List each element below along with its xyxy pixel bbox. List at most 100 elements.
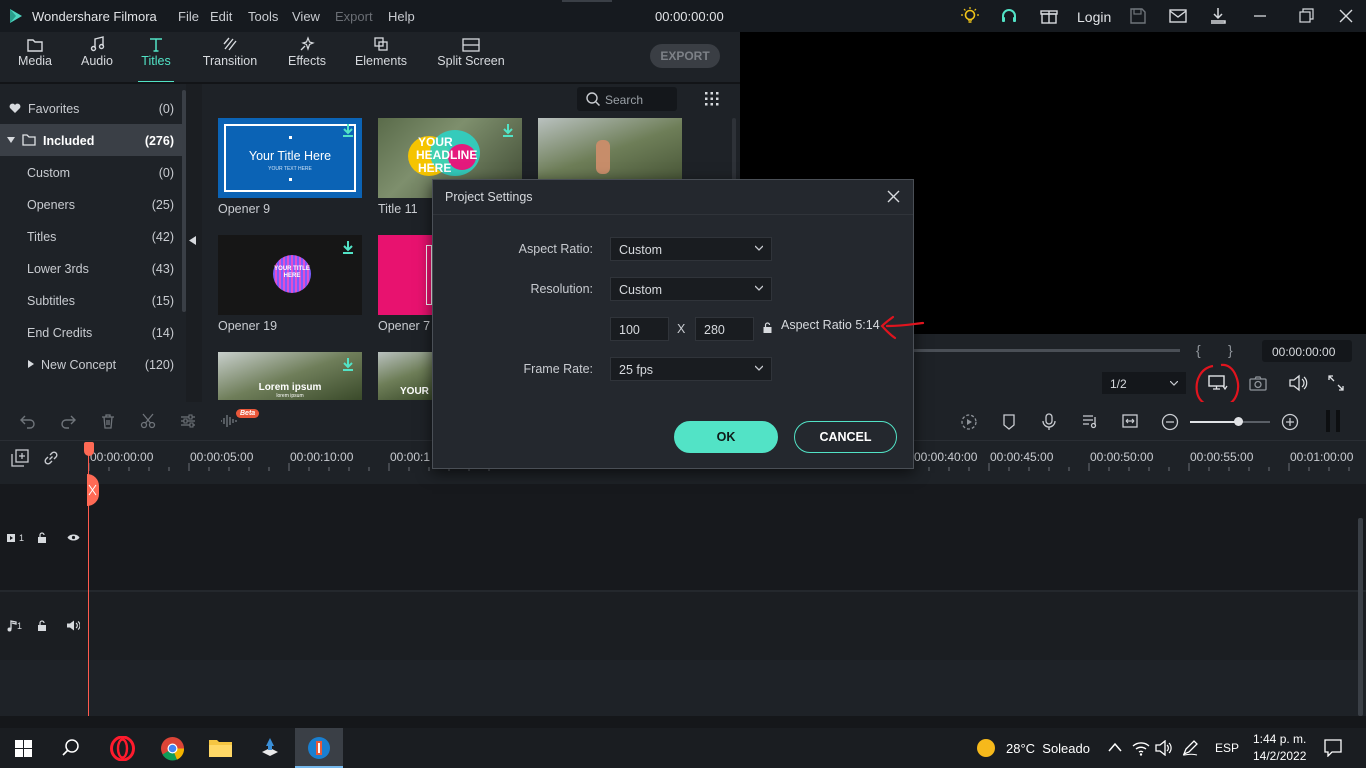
sidebar-item-new-concept[interactable]: New Concept (120)	[0, 348, 182, 380]
clock-time[interactable]: 1:44 p. m.	[1253, 732, 1306, 746]
menu-help[interactable]: Help	[388, 9, 415, 24]
pause-icon[interactable]	[1326, 410, 1340, 432]
speaker-icon[interactable]	[67, 620, 80, 631]
thumbnail-lorem-ipsum[interactable]: Lorem ipsum lorem ipsum	[218, 352, 362, 400]
add-track-icon[interactable]	[11, 449, 29, 467]
zoom-slider-thumb[interactable]	[1234, 417, 1243, 426]
tab-transition[interactable]: Transition	[199, 32, 261, 82]
language-indicator[interactable]: ESP	[1215, 741, 1239, 755]
pen-icon[interactable]	[1182, 740, 1200, 756]
zoom-in-icon[interactable]	[1281, 413, 1299, 431]
close-icon[interactable]	[1336, 6, 1356, 26]
save-icon[interactable]	[1128, 6, 1148, 26]
cancel-button[interactable]: CANCEL	[794, 421, 897, 453]
download-icon[interactable]	[342, 124, 354, 138]
render-preview-icon[interactable]	[960, 413, 978, 431]
close-icon[interactable]	[887, 190, 900, 203]
fit-timeline-icon[interactable]	[1122, 414, 1138, 428]
eye-icon[interactable]	[67, 533, 80, 542]
redo-icon[interactable]	[60, 413, 76, 429]
sidebar-item-end-credits[interactable]: End Credits (14)	[0, 316, 182, 348]
search-icon[interactable]	[62, 739, 80, 757]
width-input[interactable]: 100	[610, 317, 669, 341]
marker-icon[interactable]	[1002, 413, 1016, 431]
tab-elements[interactable]: Elements	[352, 32, 410, 82]
clock-date[interactable]: 14/2/2022	[1253, 749, 1306, 763]
menu-export[interactable]: Export	[335, 9, 373, 24]
menu-view[interactable]: View	[292, 9, 320, 24]
download-icon[interactable]	[342, 358, 354, 372]
opera-gx-icon[interactable]	[110, 736, 135, 761]
tab-split-screen[interactable]: Split Screen	[436, 32, 506, 82]
tab-audio[interactable]: Audio	[76, 32, 118, 82]
lock-icon[interactable]	[763, 322, 772, 334]
audio-track[interactable]: 1	[0, 592, 1366, 660]
delete-icon[interactable]	[100, 413, 116, 429]
timeline-hscroll[interactable]	[0, 716, 1366, 728]
tab-titles[interactable]: Titles	[136, 32, 176, 83]
wifi-icon[interactable]	[1132, 740, 1150, 756]
sidebar-item-included[interactable]: Included (276)	[0, 124, 182, 156]
adjust-icon[interactable]	[180, 413, 196, 429]
thumbnail-your[interactable]: YOUR	[378, 352, 434, 400]
camera-icon[interactable]	[1248, 375, 1268, 391]
gift-icon[interactable]	[1039, 6, 1059, 26]
playback-progress[interactable]	[914, 349, 1180, 352]
weather-text[interactable]: 28°C Soleado	[1006, 741, 1090, 756]
aspect-ratio-select[interactable]: Custom	[610, 237, 772, 261]
installer-app-icon[interactable]	[258, 736, 282, 760]
thumbnail-opener-19[interactable]: YOUR TITLE HERE	[218, 235, 362, 315]
microphone-icon[interactable]	[1042, 413, 1056, 431]
undo-icon[interactable]	[20, 413, 36, 429]
resolution-select[interactable]: Custom	[610, 277, 772, 301]
frame-rate-select[interactable]: 25 fps	[610, 357, 772, 381]
thumbnail-opener-7[interactable]	[378, 235, 438, 315]
notification-center-icon[interactable]	[1324, 739, 1342, 757]
video-track[interactable]: 1	[0, 484, 1366, 590]
volume-icon[interactable]	[1288, 374, 1308, 392]
playhead-handle[interactable]	[84, 442, 94, 456]
login-link[interactable]: Login	[1077, 9, 1111, 25]
minimize-icon[interactable]	[1250, 6, 1270, 26]
chevron-up-icon[interactable]	[1108, 742, 1122, 752]
mark-out-button[interactable]: }	[1228, 342, 1233, 358]
thumbnail-opener-9[interactable]: Your Title Here YOUR TEXT HERE	[218, 118, 362, 198]
zoom-select[interactable]: 1/2	[1102, 372, 1186, 394]
sidebar-item-titles[interactable]: Titles (42)	[0, 220, 182, 252]
lock-icon[interactable]	[37, 532, 47, 544]
menu-edit[interactable]: Edit	[210, 9, 232, 24]
menu-tools[interactable]: Tools	[248, 9, 278, 24]
taskbar-active-filmora[interactable]	[295, 728, 343, 768]
fullscreen-icon[interactable]	[1328, 375, 1344, 391]
windows-start-icon[interactable]	[15, 740, 32, 757]
ok-button[interactable]: OK	[674, 421, 778, 453]
sidebar-item-favorites[interactable]: Favorites (0)	[0, 92, 182, 124]
sidebar-item-custom[interactable]: Custom (0)	[0, 156, 182, 188]
lightbulb-icon[interactable]	[960, 6, 980, 26]
volume-icon[interactable]	[1155, 740, 1173, 756]
tab-effects[interactable]: Effects	[284, 32, 330, 82]
headset-support-icon[interactable]	[999, 6, 1019, 26]
restore-icon[interactable]	[1296, 6, 1316, 26]
search-input[interactable]: Search	[577, 87, 677, 111]
timeline-vscrollbar[interactable]	[1358, 518, 1363, 716]
mark-in-button[interactable]: {	[1196, 342, 1201, 358]
menu-file[interactable]: File	[178, 9, 199, 24]
sidebar-item-subtitles[interactable]: Subtitles (15)	[0, 284, 182, 316]
mail-icon[interactable]	[1168, 6, 1188, 26]
download-icon[interactable]	[342, 241, 354, 255]
tab-media[interactable]: Media	[12, 32, 58, 82]
audio-mixer-icon[interactable]	[1082, 413, 1098, 429]
download-icon[interactable]	[502, 124, 514, 138]
collapse-arrow-icon[interactable]	[189, 236, 196, 245]
export-button[interactable]: EXPORT	[650, 44, 720, 68]
chrome-icon[interactable]	[160, 736, 185, 761]
sidebar-item-lower-3rds[interactable]: Lower 3rds (43)	[0, 252, 182, 284]
download-icon[interactable]	[1208, 6, 1228, 26]
zoom-out-icon[interactable]	[1161, 413, 1179, 431]
link-icon[interactable]	[42, 449, 60, 467]
sidebar-item-openers[interactable]: Openers (25)	[0, 188, 182, 220]
height-input[interactable]: 280	[695, 317, 754, 341]
grid-view-icon[interactable]	[705, 92, 719, 106]
cut-icon[interactable]	[140, 413, 156, 429]
